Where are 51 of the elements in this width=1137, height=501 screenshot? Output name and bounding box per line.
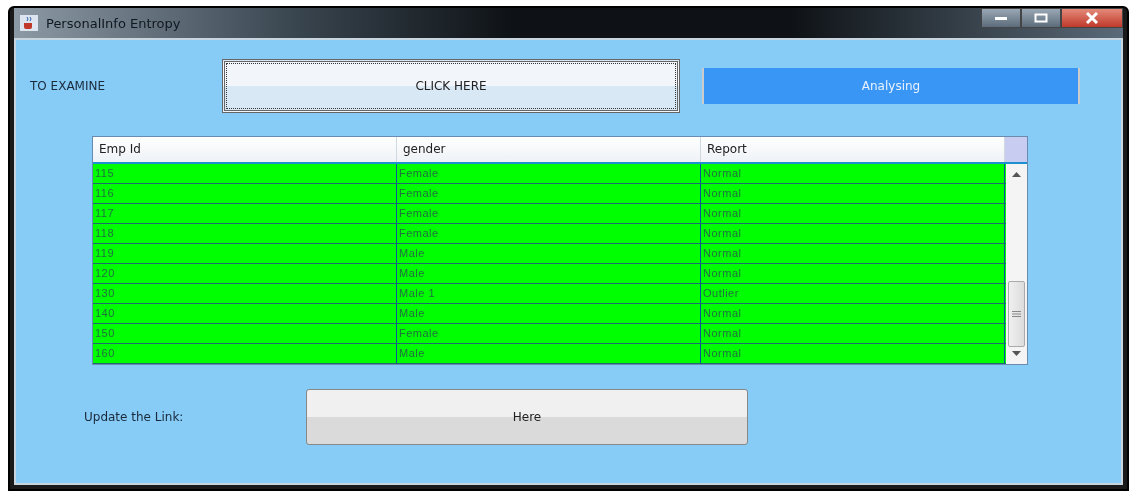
column-header[interactable]: Report — [701, 137, 1005, 162]
table-cell: 119 — [93, 244, 397, 263]
table-cell: Female — [397, 324, 701, 343]
header-corner — [1005, 137, 1027, 162]
scrollbar[interactable] — [1006, 164, 1027, 364]
scrollbar-thumb[interactable] — [1008, 281, 1025, 347]
table-cell: Male 1 — [397, 284, 701, 303]
update-link-label: Update the Link: — [83, 410, 185, 424]
table-cell: Normal — [701, 164, 1005, 183]
scroll-up-icon[interactable] — [1012, 172, 1021, 177]
table-cell: 130 — [93, 284, 397, 303]
table-cell: Male — [397, 304, 701, 323]
table-cell: Female — [397, 184, 701, 203]
close-icon — [1085, 12, 1099, 24]
table-cell: Male — [397, 264, 701, 283]
maximize-button[interactable] — [1021, 8, 1061, 28]
grip-icon — [1012, 311, 1021, 317]
table-cell: Normal — [701, 244, 1005, 263]
table-cell: 115 — [93, 164, 397, 183]
table-cell: Female — [397, 224, 701, 243]
table-cell: 116 — [93, 184, 397, 203]
minimize-button[interactable] — [981, 8, 1021, 28]
window-title: PersonalInfo Entropy — [46, 15, 181, 31]
table-cell: 120 — [93, 264, 397, 283]
coffee-cup-icon — [20, 15, 38, 31]
here-button[interactable]: Here — [306, 389, 748, 445]
close-button[interactable] — [1061, 8, 1123, 28]
table-cell: 160 — [93, 344, 397, 363]
table-cell: Normal — [701, 304, 1005, 323]
table-cell: Normal — [701, 344, 1005, 363]
table-cell: Normal — [701, 224, 1005, 243]
click-here-button[interactable]: CLICK HERE — [222, 59, 680, 113]
table-cell: Female — [397, 204, 701, 223]
table-cell: 117 — [93, 204, 397, 223]
table-cell: Normal — [701, 264, 1005, 283]
table-cell: Male — [397, 344, 701, 363]
table-cell: Female — [397, 164, 701, 183]
column-header[interactable]: Emp Id — [93, 137, 397, 162]
table-cell: Normal — [701, 184, 1005, 203]
examine-label: TO EXAMINE — [29, 79, 107, 93]
table-cell: Normal — [701, 324, 1005, 343]
table-cell: 118 — [93, 224, 397, 243]
minimize-icon — [994, 15, 1008, 21]
table-cell: Male — [397, 244, 701, 263]
maximize-icon — [1034, 13, 1048, 23]
table-cell: Outlier — [701, 284, 1005, 303]
column-header[interactable]: gender — [397, 137, 701, 162]
table-cell: 150 — [93, 324, 397, 343]
table-cell: Normal — [701, 204, 1005, 223]
scroll-down-icon[interactable] — [1012, 351, 1021, 356]
table-cell: 140 — [93, 304, 397, 323]
